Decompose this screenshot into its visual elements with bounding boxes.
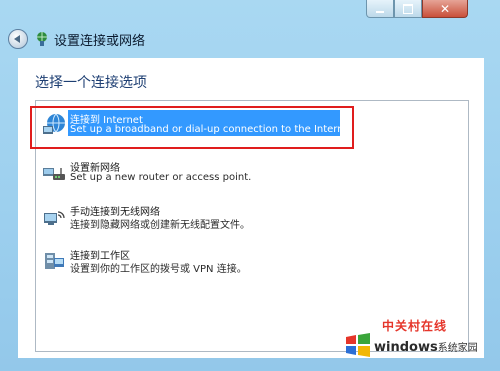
windows-logo-icon xyxy=(346,333,370,357)
wizard-header: 设置连接或网络 xyxy=(8,28,145,50)
maximize-button[interactable] xyxy=(394,0,422,18)
watermark: 中关村在线 windows系统家园 xyxy=(344,317,494,367)
close-icon: ✕ xyxy=(439,1,451,16)
wireless-network-icon xyxy=(44,211,65,225)
watermark-brand-sub: 系统家园 xyxy=(437,343,478,354)
network-globe-icon xyxy=(37,32,47,46)
minimize-icon xyxy=(376,10,384,13)
minimize-button[interactable] xyxy=(366,0,394,18)
option-manual-wireless[interactable]: 手动连接到无线网络 连接到隐藏网络或创建新无线配置文件。 xyxy=(36,197,468,241)
maximize-icon xyxy=(403,3,413,14)
option-connect-workplace[interactable]: 连接到工作区 设置到你的工作区的拨号或 VPN 连接。 xyxy=(36,241,468,285)
back-button[interactable] xyxy=(8,29,28,49)
option-description: 设置到你的工作区的拨号或 VPN 连接。 xyxy=(70,264,247,275)
router-icon xyxy=(43,168,65,180)
workplace-vpn-icon xyxy=(45,253,64,269)
content-panel: 选择一个连接选项 连接到 Internet Set up a broadband… xyxy=(18,58,484,358)
page-heading: 选择一个连接选项 xyxy=(35,75,147,91)
option-description: Set up a new router or access point. xyxy=(70,172,252,183)
watermark-brand: windows系统家园 xyxy=(374,339,478,355)
window-title: 设置连接或网络 xyxy=(54,33,146,49)
watermark-site-name: 中关村在线 xyxy=(382,319,448,333)
watermark-brand-text: windows xyxy=(374,340,438,355)
window-controls: ✕ xyxy=(366,0,468,18)
close-button[interactable]: ✕ xyxy=(422,0,468,18)
highlight-annotation-box xyxy=(30,106,354,149)
option-description: 连接到隐藏网络或创建新无线配置文件。 xyxy=(70,220,250,231)
back-arrow-icon xyxy=(14,35,20,43)
option-new-network[interactable]: 设置新网络 Set up a new router or access poin… xyxy=(36,153,468,197)
